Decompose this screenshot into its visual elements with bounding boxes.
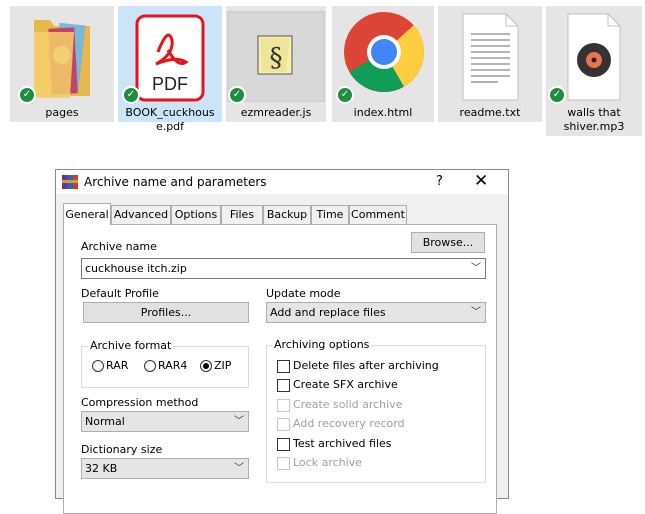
dictionary-size-label: Dictionary size xyxy=(81,443,163,456)
radio-rar[interactable] xyxy=(92,360,104,372)
checkbox-test-files-label[interactable]: Test archived files xyxy=(293,437,392,450)
close-button[interactable]: ✕ xyxy=(474,171,488,191)
file-name-line-1: walls that xyxy=(567,106,621,119)
tab-advanced[interactable]: Advanced xyxy=(111,205,171,224)
radio-zip-label[interactable]: ZIP xyxy=(214,359,231,372)
checkbox-lock-archive-label: Lock archive xyxy=(293,456,362,469)
winrar-icon xyxy=(62,175,78,189)
archive-name-label: Archive name xyxy=(81,240,157,253)
file-name: index.html xyxy=(353,106,413,119)
chevron-down-icon: ﹀ xyxy=(471,307,481,318)
checkbox-delete-files-label[interactable]: Delete files after archiving xyxy=(293,359,439,372)
chevron-down-icon[interactable]: ﹀ xyxy=(471,259,481,278)
tab-backup[interactable]: Backup xyxy=(263,205,311,224)
radio-rar4[interactable] xyxy=(144,360,156,372)
archiving-options-label: Archiving options xyxy=(272,338,372,351)
dictionary-size-value: 32 KB xyxy=(85,462,118,475)
archive-name-value: cuckhouse itch.zip xyxy=(85,262,187,275)
tab-comment[interactable]: Comment xyxy=(349,205,407,224)
radio-zip[interactable] xyxy=(200,360,212,372)
compression-method-select[interactable]: Normal ﹀ xyxy=(81,411,249,432)
svg-text:§: § xyxy=(270,43,283,73)
file-tile-index-html[interactable]: ✓ index.html xyxy=(332,6,434,122)
update-mode-label: Update mode xyxy=(266,287,341,300)
text-file-icon xyxy=(438,10,542,102)
dialog-title: Archive name and parameters xyxy=(84,175,267,189)
file-name: readme.txt xyxy=(459,106,521,119)
checkbox-lock-archive xyxy=(277,457,290,470)
tab-options[interactable]: Options xyxy=(171,205,221,224)
checkbox-create-sfx[interactable] xyxy=(277,379,290,392)
tab-files[interactable]: Files xyxy=(221,205,263,224)
sync-status-icon: ✓ xyxy=(122,86,140,104)
general-tab-panel: Archive name Browse... cuckhouse itch.zi… xyxy=(63,224,497,514)
chevron-down-icon: ﹀ xyxy=(234,416,244,427)
archive-dialog: Archive name and parameters ? ✕ General … xyxy=(55,169,509,514)
file-tile-readme[interactable]: readme.txt xyxy=(438,6,542,122)
file-name-line-1: BOOK_cuckhous xyxy=(125,106,215,119)
file-name-line-2: e.pdf xyxy=(155,120,185,133)
sync-status-icon: ✓ xyxy=(548,86,566,104)
file-tile-book-pdf[interactable]: PDF ✓ BOOK_cuckhous e.pdf xyxy=(118,6,222,133)
file-tile-pages[interactable]: ✓ pages xyxy=(10,6,114,122)
file-name: BOOK_cuckhous e.pdf xyxy=(118,106,222,134)
file-name: pages xyxy=(45,106,79,119)
update-mode-select[interactable]: Add and replace files ﹀ xyxy=(266,302,486,323)
compression-method-value: Normal xyxy=(85,415,125,428)
sync-status-icon: ✓ xyxy=(228,86,246,104)
file-tile-ezmreader[interactable]: § ✓ ezmreader.js xyxy=(226,6,326,122)
dictionary-size-select[interactable]: 32 KB ﹀ xyxy=(81,458,249,479)
pdf-badge-text: PDF xyxy=(152,74,188,94)
checkbox-create-sfx-label[interactable]: Create SFX archive xyxy=(293,378,398,391)
archive-name-combo[interactable]: cuckhouse itch.zip ﹀ xyxy=(81,258,486,279)
compression-method-label: Compression method xyxy=(81,396,199,409)
radio-rar4-label[interactable]: RAR4 xyxy=(158,359,187,372)
checkbox-test-files[interactable] xyxy=(277,438,290,451)
radio-rar-label[interactable]: RAR xyxy=(106,359,128,372)
dialog-titlebar[interactable]: Archive name and parameters ? ✕ xyxy=(56,170,508,194)
file-name-line-2: shiver.mp3 xyxy=(563,120,625,133)
archive-format-label: Archive format xyxy=(88,339,174,352)
file-name: ezmreader.js xyxy=(240,106,312,119)
checkbox-delete-files[interactable] xyxy=(277,360,290,373)
sync-status-icon: ✓ xyxy=(18,86,36,104)
chevron-down-icon: ﹀ xyxy=(234,463,244,474)
default-profile-label: Default Profile xyxy=(81,287,159,300)
file-name: walls that shiver.mp3 xyxy=(546,106,642,134)
update-mode-value: Add and replace files xyxy=(270,306,386,319)
help-button[interactable]: ? xyxy=(436,174,443,189)
tab-time[interactable]: Time xyxy=(311,205,349,224)
file-tile-walls-mp3[interactable]: ✓ walls that shiver.mp3 xyxy=(546,6,642,136)
sync-status-icon: ✓ xyxy=(336,86,354,104)
tab-general[interactable]: General xyxy=(63,203,111,225)
checkbox-recovery-record-label: Add recovery record xyxy=(293,417,405,430)
browse-button[interactable]: Browse... xyxy=(411,232,485,253)
checkbox-solid-archive-label: Create solid archive xyxy=(293,398,403,411)
checkbox-solid-archive xyxy=(277,399,290,412)
checkbox-recovery-record xyxy=(277,418,290,431)
profiles-button[interactable]: Profiles... xyxy=(83,302,249,323)
